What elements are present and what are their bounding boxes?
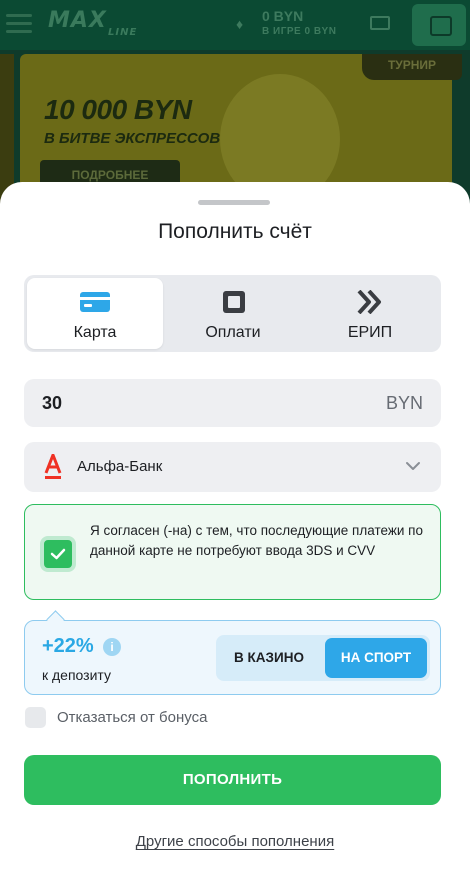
bell-icon: ♦ xyxy=(236,16,244,32)
menu-icon xyxy=(6,14,32,34)
card-icon xyxy=(80,292,110,312)
double-chevron-icon xyxy=(357,290,381,314)
bonus-casino-option[interactable]: В КАЗИНО xyxy=(219,638,319,678)
chevron-down-icon xyxy=(406,462,420,470)
banner-title: 10 000 BYN xyxy=(44,94,192,125)
payment-method-tabs: Карта Оплати ЕРИП xyxy=(24,275,441,352)
other-methods-link[interactable]: Другие способы пополнения xyxy=(136,833,334,850)
square-frame-icon xyxy=(223,291,245,313)
tab-oplati-label: Оплати xyxy=(205,324,261,341)
tournament-tag: ТУРНИР xyxy=(362,54,462,80)
wallet-button xyxy=(412,4,466,46)
tab-card[interactable]: Карта xyxy=(27,278,163,349)
bonus-box: +22% i к депозиту В КАЗИНО НА СПОРТ xyxy=(24,620,441,695)
deposit-button[interactable]: ПОПОЛНИТЬ xyxy=(24,755,441,805)
tab-erip-label: ЕРИП xyxy=(347,324,393,341)
mail-icon xyxy=(370,16,390,30)
tab-oplati[interactable]: Оплати xyxy=(165,278,301,349)
decline-bonus-checkbox[interactable] xyxy=(25,707,46,728)
checkmark-icon xyxy=(50,548,66,560)
bonus-sport-option[interactable]: НА СПОРТ xyxy=(325,638,427,678)
tab-erip[interactable]: ЕРИП xyxy=(302,278,438,349)
consent-checkbox[interactable] xyxy=(40,536,76,572)
alfa-bank-icon xyxy=(44,454,62,479)
info-icon[interactable]: i xyxy=(103,638,121,656)
amount-input[interactable]: 30 BYN xyxy=(24,379,441,427)
decline-bonus-label: Отказаться от бонуса xyxy=(57,709,208,726)
tab-card-label: Карта xyxy=(73,324,117,341)
deposit-sheet: Пополнить счёт Карта Оплати ЕРИП 30 BYN … xyxy=(0,182,470,883)
sheet-handle[interactable] xyxy=(198,200,270,205)
bank-name: Альфа-Банк xyxy=(77,458,163,475)
amount-value: 30 xyxy=(42,393,63,413)
sheet-title: Пополнить счёт xyxy=(158,220,312,243)
app-logo: MAX LINE xyxy=(48,8,138,38)
other-methods: Другие способы пополнения xyxy=(0,833,470,850)
bonus-percent: +22% xyxy=(42,635,94,657)
bonus-subtitle: к депозиту xyxy=(42,667,111,683)
consent-box: Я согласен (-на) с тем, что последующие … xyxy=(24,504,441,600)
consent-text: Я согласен (-на) с тем, что последующие … xyxy=(90,523,423,558)
balance: 0 BYN В ИГРЕ 0 BYN xyxy=(262,8,337,37)
bank-select[interactable]: Альфа-Банк xyxy=(24,442,441,492)
top-bar: MAX LINE ♦ 0 BYN В ИГРЕ 0 BYN xyxy=(0,0,470,50)
amount-currency: BYN xyxy=(385,393,423,413)
banner-subtitle: В БИТВЕ ЭКСПРЕССОВ xyxy=(44,130,221,147)
bonus-target-toggle: В КАЗИНО НА СПОРТ xyxy=(216,635,430,681)
